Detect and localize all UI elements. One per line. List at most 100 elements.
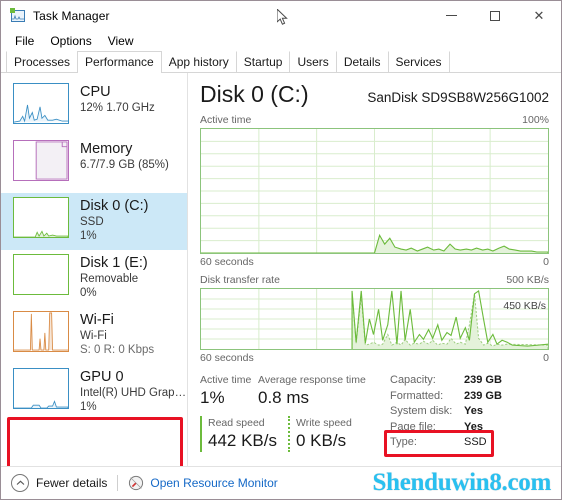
wifi-thumbnail-graph xyxy=(13,311,69,352)
disk-info-list: Capacity: 239 GB Formatted: 239 GB Syste… xyxy=(384,373,549,457)
avg-response-stat: Average response time 0.8 ms xyxy=(258,373,386,409)
transfer-rate-chart-ymin: 0 xyxy=(543,352,549,364)
tab-services[interactable]: Services xyxy=(387,51,450,72)
avg-response-stat-value: 0.8 ms xyxy=(258,388,310,407)
sidebar-sub-disk1-usage: 0% xyxy=(80,287,97,299)
info-row-type: Type: SSD xyxy=(390,435,549,451)
info-row-page-file: Page file: Yes xyxy=(390,420,549,436)
tab-details[interactable]: Details xyxy=(335,51,389,72)
chevron-up-icon[interactable] xyxy=(11,474,29,492)
sidebar-item-gpu0[interactable]: GPU 0 Intel(R) UHD Graphic... 1% xyxy=(1,364,187,421)
disk0-thumbnail-graph xyxy=(13,197,69,238)
read-speed-stat: Read speed 442 KB/s xyxy=(200,416,288,452)
info-key-page-file: Page file: xyxy=(390,420,436,433)
tab-startup[interactable]: Startup xyxy=(235,51,291,72)
sidebar-title-disk0: Disk 0 (C:) xyxy=(80,198,149,214)
sidebar-text-wifi: Wi-Fi Wi-Fi S: 0 R: 0 Kbps xyxy=(80,311,154,357)
sidebar-text-gpu0: GPU 0 Intel(R) UHD Graphic... 1% xyxy=(80,368,187,414)
active-time-chart[interactable] xyxy=(200,128,549,254)
menu-item-options[interactable]: Options xyxy=(42,32,99,50)
read-speed-value: 442 KB/s xyxy=(208,431,277,450)
info-key-system-disk: System disk: xyxy=(390,405,453,417)
tab-bar: Processes Performance App history Startu… xyxy=(1,51,561,73)
tab-performance[interactable]: Performance xyxy=(77,51,162,73)
stats-speed-row: Read speed 442 KB/s Write speed 0 KB/s xyxy=(200,416,386,452)
active-time-chart-footer: 60 seconds 0 xyxy=(200,256,549,268)
active-time-stat: Active time 1% xyxy=(200,373,258,409)
disk-detail-panel: Disk 0 (C:) SanDisk SD9SB8W256G1002 Acti… xyxy=(188,73,561,466)
sidebar-item-cpu[interactable]: CPU 12% 1.70 GHz xyxy=(1,79,187,136)
menu-item-file[interactable]: File xyxy=(7,32,42,50)
write-speed-stat: Write speed 0 KB/s xyxy=(288,416,376,452)
active-time-stat-label: Active time xyxy=(200,374,252,386)
sidebar-sub-gpu0-usage: 1% xyxy=(80,401,97,413)
transfer-rate-chart-ymax: 500 KB/s xyxy=(506,274,549,286)
active-time-chart-title: Active time xyxy=(200,114,252,126)
tab-users[interactable]: Users xyxy=(289,51,337,72)
info-row-system-disk: System disk: Yes xyxy=(390,404,549,420)
window-controls: ✕ xyxy=(429,1,561,30)
active-time-chart-ymin: 0 xyxy=(543,256,549,268)
sidebar-title-disk1: Disk 1 (E:) xyxy=(80,255,148,271)
sidebar-title-wifi: Wi-Fi xyxy=(80,312,114,328)
active-time-chart-xlabel: 60 seconds xyxy=(200,256,254,268)
info-row-formatted: Formatted: 239 GB xyxy=(390,389,549,405)
info-value-page-file: Yes xyxy=(464,420,483,433)
disk1-thumbnail-graph xyxy=(13,254,69,295)
resource-monitor-icon xyxy=(128,475,144,491)
transfer-rate-chart-title: Disk transfer rate xyxy=(200,274,280,286)
sidebar-text-disk0: Disk 0 (C:) SSD 1% xyxy=(80,197,148,243)
transfer-rate-chart-labels: Disk transfer rate 500 KB/s xyxy=(200,274,549,286)
info-value-capacity: 239 GB xyxy=(464,374,502,386)
info-value-formatted: 239 GB xyxy=(464,389,502,402)
sidebar-text-memory: Memory 6.7/7.9 GB (85%) xyxy=(80,140,169,172)
fewer-details-button[interactable]: Fewer details xyxy=(36,476,107,490)
task-manager-window: Task Manager ✕ File Options View Process… xyxy=(0,0,562,500)
transfer-rate-grid xyxy=(201,289,548,349)
resource-sidebar: CPU 12% 1.70 GHz Memory 6.7/7.9 GB (85%) xyxy=(1,73,188,481)
sidebar-item-disk1[interactable]: Disk 1 (E:) Removable 0% xyxy=(1,250,187,307)
sidebar-sub-gpu0-model: Intel(R) UHD Graphic... xyxy=(80,387,187,399)
info-key-type: Type: xyxy=(390,436,417,448)
close-button[interactable]: ✕ xyxy=(517,1,561,30)
stats-area: Active time 1% Average response time 0.8… xyxy=(200,373,549,457)
open-resource-monitor-link[interactable]: Open Resource Monitor xyxy=(150,476,277,490)
tab-processes[interactable]: Processes xyxy=(6,51,79,72)
task-manager-icon xyxy=(10,7,26,24)
memory-thumbnail-graph xyxy=(13,140,69,181)
info-row-capacity: Capacity: 239 GB xyxy=(390,373,549,389)
stats-left-column: Active time 1% Average response time 0.8… xyxy=(200,373,386,452)
transfer-rate-chart-xlabel: 60 seconds xyxy=(200,352,254,364)
maximize-button[interactable] xyxy=(473,1,517,30)
minimize-button[interactable] xyxy=(429,1,473,30)
active-time-grid xyxy=(201,129,548,253)
transfer-rate-chart-footer: 60 seconds 0 xyxy=(200,352,549,364)
info-key-formatted: Formatted: xyxy=(390,389,444,402)
read-speed-label: Read speed xyxy=(208,417,265,429)
title-bar: Task Manager ✕ xyxy=(1,1,561,30)
write-speed-label: Write speed xyxy=(296,417,352,429)
panel-header: Disk 0 (C:) SanDisk SD9SB8W256G1002 xyxy=(200,81,549,107)
sidebar-sub-wifi-throughput: S: 0 R: 0 Kbps xyxy=(80,344,155,356)
active-time-chart-ymax: 100% xyxy=(522,114,549,126)
active-time-chart-labels: Active time 100% xyxy=(200,114,549,126)
cpu-thumbnail-graph xyxy=(13,83,69,124)
sidebar-text-cpu: CPU 12% 1.70 GHz xyxy=(80,83,155,115)
sidebar-item-wifi[interactable]: Wi-Fi Wi-Fi S: 0 R: 0 Kbps xyxy=(1,307,187,364)
disk-model-label: SanDisk SD9SB8W256G1002 xyxy=(367,90,549,105)
sidebar-item-memory[interactable]: Memory 6.7/7.9 GB (85%) xyxy=(1,136,187,193)
active-time-chart-svg xyxy=(201,129,548,253)
tab-app-history[interactable]: App history xyxy=(160,51,237,72)
menu-item-view[interactable]: View xyxy=(100,32,142,50)
transfer-rate-chart[interactable]: 450 KB/s xyxy=(200,288,549,350)
sidebar-sub-memory: 6.7/7.9 GB (85%) xyxy=(80,159,169,171)
content-area: CPU 12% 1.70 GHz Memory 6.7/7.9 GB (85%) xyxy=(1,73,561,481)
sidebar-item-disk0[interactable]: Disk 0 (C:) SSD 1% xyxy=(1,193,187,250)
sidebar-sub-disk0-type: SSD xyxy=(80,216,104,228)
info-key-capacity: Capacity: xyxy=(390,374,436,386)
transfer-rate-chart-svg xyxy=(201,289,548,349)
info-value-system-disk: Yes xyxy=(464,405,483,417)
window-title: Task Manager xyxy=(33,8,110,23)
menu-bar: File Options View xyxy=(1,30,561,51)
transfer-rate-annotation: 450 KB/s xyxy=(503,300,546,312)
